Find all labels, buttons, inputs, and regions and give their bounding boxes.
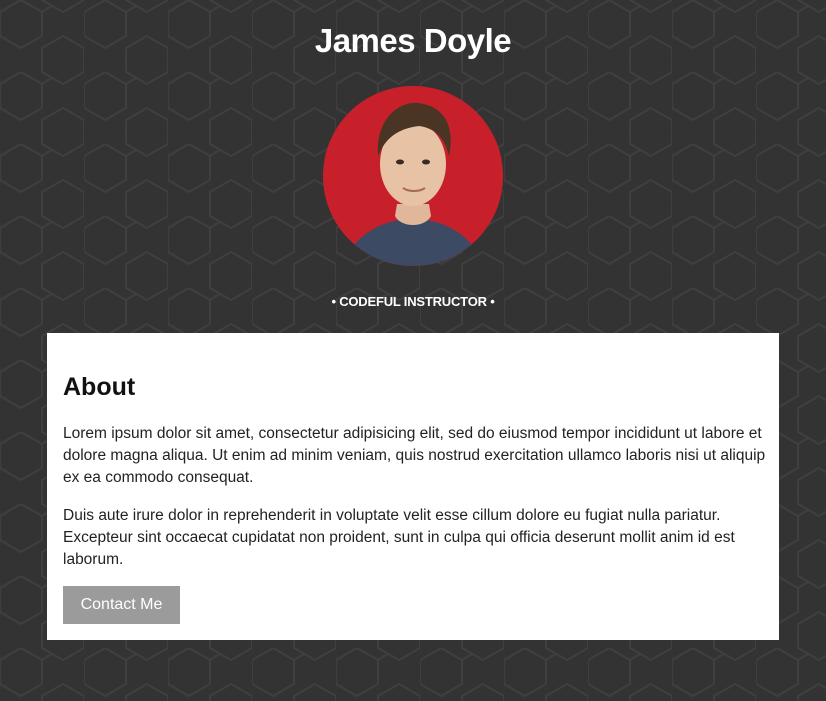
role-subtitle: • CODEFUL INSTRUCTOR • xyxy=(331,294,495,309)
avatar xyxy=(323,86,503,266)
about-card: About Lorem ipsum dolor sit amet, consec… xyxy=(47,333,779,640)
about-paragraph-2: Duis aute irure dolor in reprehenderit i… xyxy=(63,507,735,568)
profile-page: James Doyle • CODEFUL INSTRUCTOR • About… xyxy=(0,0,826,701)
profile-name: James Doyle xyxy=(314,22,512,59)
person-photo-icon xyxy=(323,86,503,266)
about-heading: About xyxy=(63,373,136,401)
about-paragraph-1: Lorem ipsum dolor sit amet, consectetur … xyxy=(63,425,766,486)
contact-me-button[interactable]: Contact Me xyxy=(63,586,180,624)
